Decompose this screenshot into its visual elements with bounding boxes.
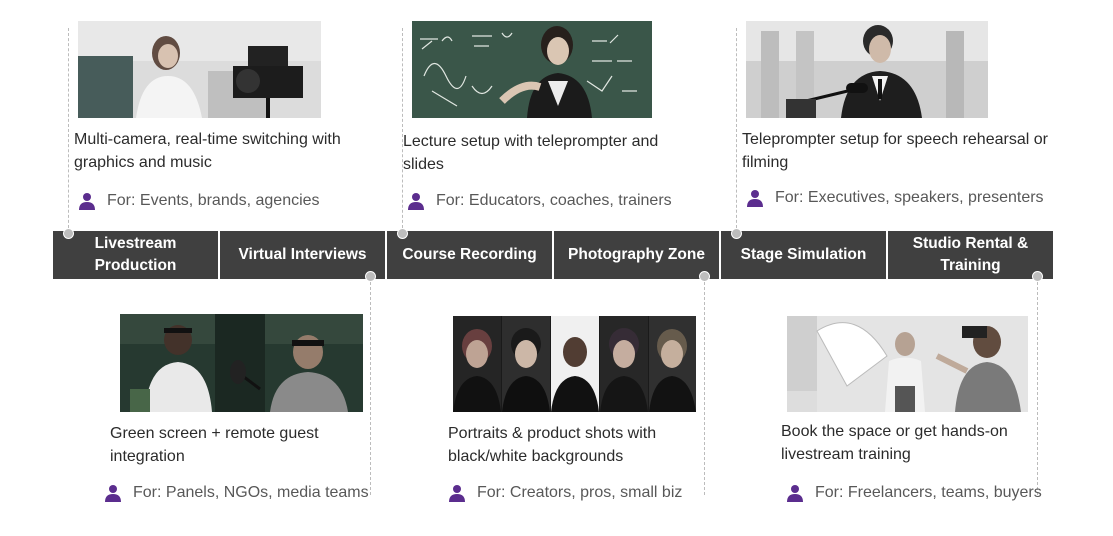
card-description: Portraits & product shots with black/whi… bbox=[448, 425, 657, 465]
card-audience-text: For: Freelancers, teams, buyers bbox=[815, 484, 1042, 501]
connector-line bbox=[370, 277, 371, 495]
person-icon bbox=[408, 193, 424, 210]
tab-course-recording[interactable]: Course Recording bbox=[385, 231, 552, 279]
person-icon bbox=[79, 193, 95, 210]
speaker-photo bbox=[746, 21, 988, 118]
connector-line bbox=[68, 28, 69, 233]
card-description: Multi-camera, real-time switching with g… bbox=[74, 131, 341, 171]
card-description: Green screen + remote guest integration bbox=[110, 425, 319, 465]
tab-photography-zone[interactable]: Photography Zone bbox=[552, 231, 719, 279]
connector-line bbox=[736, 28, 737, 233]
card-audience: For: Educators, coaches, trainers bbox=[407, 191, 672, 211]
card-audience: For: Freelancers, teams, buyers bbox=[786, 483, 1042, 503]
person-icon bbox=[787, 485, 803, 502]
studio-photo bbox=[787, 316, 1028, 412]
card-audience-text: For: Educators, coaches, trainers bbox=[436, 192, 672, 209]
tab-studio-rental-training[interactable]: Studio Rental & Training bbox=[886, 231, 1053, 279]
tab-virtual-interviews[interactable]: Virtual Interviews bbox=[218, 231, 385, 279]
card-audience-text: For: Panels, NGOs, media teams bbox=[133, 484, 369, 501]
card-description: Lecture setup with teleprompter and slid… bbox=[403, 133, 659, 173]
service-tab-bar: Livestream Production Virtual Interviews… bbox=[53, 231, 1053, 279]
card-audience-text: For: Executives, speakers, presenters bbox=[775, 189, 1044, 206]
portraits-photo bbox=[453, 316, 696, 412]
course-photo bbox=[412, 21, 652, 118]
card-audience: For: Executives, speakers, presenters bbox=[746, 188, 1044, 208]
card-audience: For: Panels, NGOs, media teams bbox=[104, 483, 369, 503]
connector-dot bbox=[1032, 271, 1043, 282]
person-icon bbox=[105, 485, 121, 502]
card-audience: For: Creators, pros, small biz bbox=[448, 483, 682, 503]
connector-dot bbox=[397, 228, 408, 239]
connector-dot bbox=[63, 228, 74, 239]
connector-dot bbox=[365, 271, 376, 282]
person-icon bbox=[449, 485, 465, 502]
connector-dot bbox=[731, 228, 742, 239]
livestream-photo bbox=[78, 21, 321, 118]
card-audience-text: For: Creators, pros, small biz bbox=[477, 484, 683, 501]
card-description: Book the space or get hands-on livestrea… bbox=[781, 423, 1008, 463]
tab-livestream-production[interactable]: Livestream Production bbox=[53, 231, 218, 279]
card-description: Teleprompter setup for speech rehearsal … bbox=[742, 131, 1048, 171]
person-icon bbox=[747, 190, 763, 207]
connector-line bbox=[704, 277, 705, 495]
card-audience-text: For: Events, brands, agencies bbox=[107, 192, 320, 209]
tab-stage-simulation[interactable]: Stage Simulation bbox=[719, 231, 886, 279]
connector-dot bbox=[699, 271, 710, 282]
card-audience: For: Events, brands, agencies bbox=[78, 191, 320, 211]
interview-photo bbox=[120, 314, 363, 412]
